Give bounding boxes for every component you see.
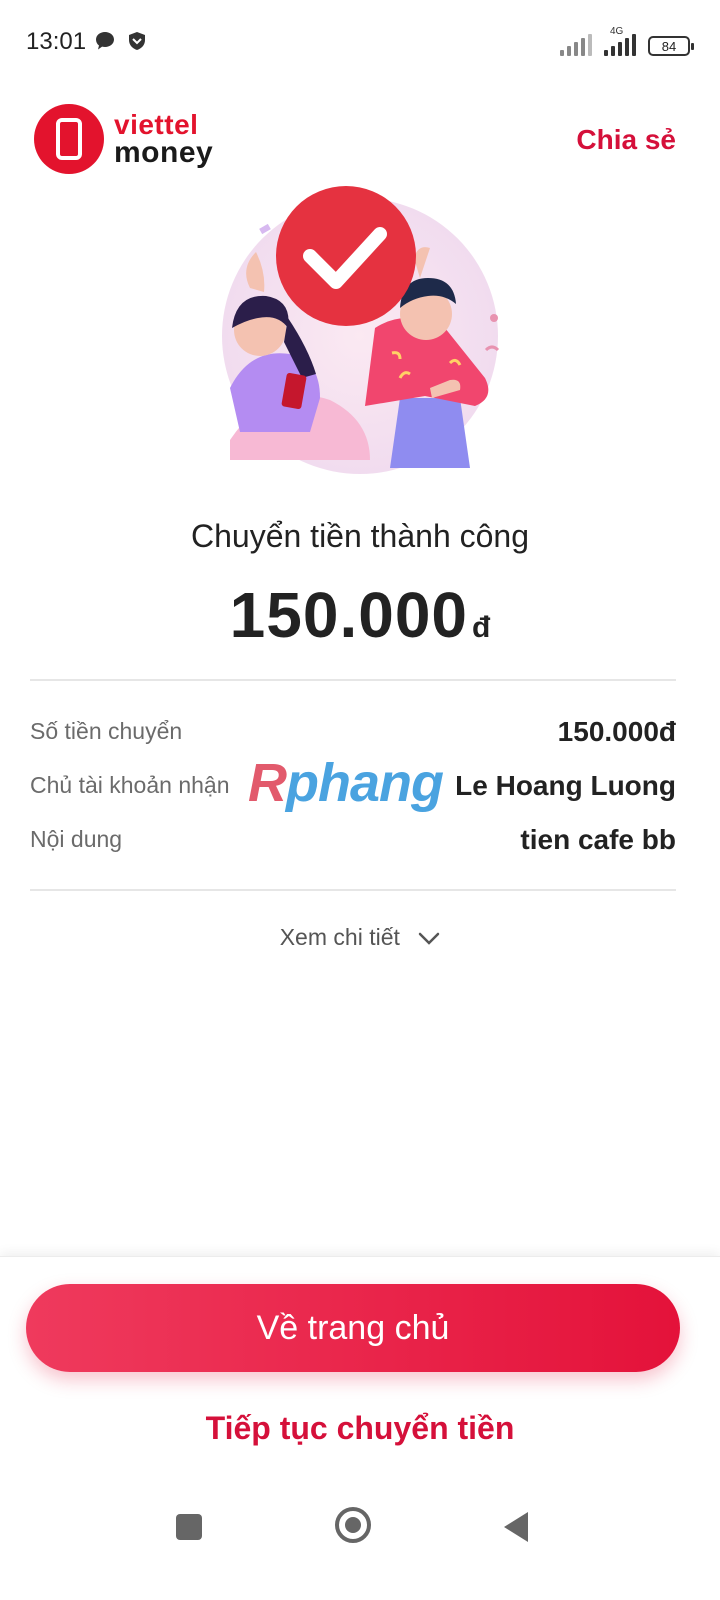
- logo-phone-icon: [34, 104, 104, 174]
- info-label: Chủ tài khoản nhận: [30, 772, 230, 798]
- info-value: 150.000đ: [557, 716, 676, 747]
- success-illustration: [222, 186, 500, 474]
- home-button[interactable]: Về trang chủ: [26, 1284, 680, 1372]
- signal-icon: [560, 34, 592, 56]
- recents-icon[interactable]: [176, 1514, 202, 1540]
- battery-level: 84: [661, 38, 677, 54]
- view-details-label: Xem chi tiết: [279, 924, 400, 950]
- logo-line2: money: [114, 136, 214, 169]
- info-label: Số tiền chuyển: [30, 718, 183, 744]
- network-type: 4G: [610, 26, 624, 37]
- divider-top: [30, 679, 676, 681]
- watermark-rest: phang: [286, 753, 444, 813]
- success-title: Chuyển tiền thành công: [190, 518, 530, 554]
- info-row-amount: Số tiền chuyển 150.000đ: [30, 714, 676, 754]
- shield-icon: [126, 30, 148, 57]
- transfer-success-screen: 13:01 4G 84 viettel money Chia sẻ Chuyển…: [0, 0, 720, 1600]
- chevron-down-icon: [419, 932, 440, 945]
- status-bar: 13:01 4G 84: [0, 0, 720, 84]
- back-icon[interactable]: [504, 1512, 528, 1542]
- info-row-content: Nội dung tien cafe bb: [30, 822, 676, 862]
- status-right-group: 4G 84: [560, 26, 694, 56]
- info-value: tien cafe bb: [520, 824, 676, 855]
- watermark-first: R: [248, 753, 287, 813]
- battery-icon: 84: [648, 36, 694, 56]
- chat-bubble-icon: [94, 30, 116, 57]
- transfer-amount: 150.000 đ: [0, 578, 720, 652]
- info-value: Le Hoang Luong: [455, 770, 676, 801]
- continue-transfer-button[interactable]: Tiếp tục chuyển tiền: [0, 1410, 720, 1447]
- amount-value: 150.000: [229, 579, 468, 651]
- signal-4g-icon: 4G: [604, 26, 636, 56]
- logo-line1: viettel: [114, 109, 199, 140]
- info-label: Nội dung: [30, 826, 123, 852]
- viettel-money-logo: viettel money: [34, 104, 213, 174]
- share-button[interactable]: Chia sẻ: [576, 124, 676, 156]
- status-time: 13:01: [26, 28, 87, 55]
- divider-bottom: [30, 889, 676, 891]
- home-icon[interactable]: [335, 1507, 371, 1543]
- system-nav-bar: [0, 1490, 720, 1600]
- watermark-logo: Rphang: [248, 752, 444, 814]
- amount-currency: đ: [472, 611, 491, 644]
- view-details-toggle[interactable]: Xem chi tiết: [0, 924, 720, 951]
